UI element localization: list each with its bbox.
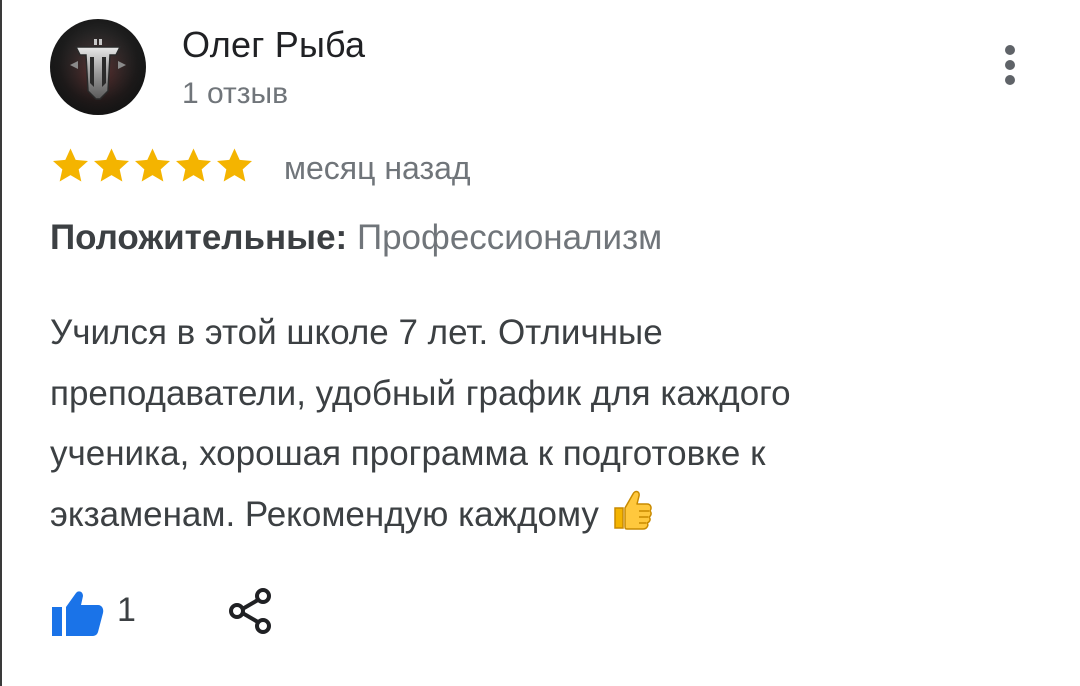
star-icon	[94, 148, 129, 182]
share-button[interactable]	[226, 586, 276, 636]
star-rating	[50, 146, 255, 186]
review-text-line-last: экзаменам. Рекомендую каждому	[50, 485, 1010, 546]
like-count: 1	[117, 591, 136, 629]
thumb-up-icon	[52, 591, 104, 636]
review-text-line: ученика, хорошая программа к подготовке …	[50, 434, 766, 473]
like-button[interactable]	[52, 590, 104, 636]
positive-label: Положительные:	[50, 218, 348, 257]
share-icon	[229, 588, 271, 634]
author-review-count: 1 отзыв	[182, 77, 289, 110]
review-text: Учился в этой школе 7 лет. Отличные преп…	[50, 303, 1010, 545]
star-icon	[53, 148, 88, 182]
author-name[interactable]: Олег Рыба	[182, 24, 365, 66]
review-text-line: преподаватели, удобный график для каждог…	[50, 373, 791, 413]
positive-aspects: Положительные: Профессионализм	[50, 218, 662, 258]
review-text-line: Учился в этой школе 7 лет. Отличные	[50, 313, 663, 352]
positive-value: Профессионализм	[356, 218, 663, 257]
star-icon	[217, 148, 252, 182]
review-date: месяц назад	[284, 150, 471, 186]
review-text-line-content: экзаменам. Рекомендую каждому	[50, 494, 599, 534]
more-options-button[interactable]	[990, 40, 1030, 90]
author-avatar[interactable]	[50, 19, 146, 115]
tank-logo-icon	[50, 19, 146, 115]
star-icon	[176, 148, 211, 182]
star-icon	[135, 148, 170, 182]
more-vertical-icon	[1005, 45, 1015, 85]
thumbs-up-emoji-icon	[609, 486, 655, 532]
window-edge	[0, 0, 2, 686]
